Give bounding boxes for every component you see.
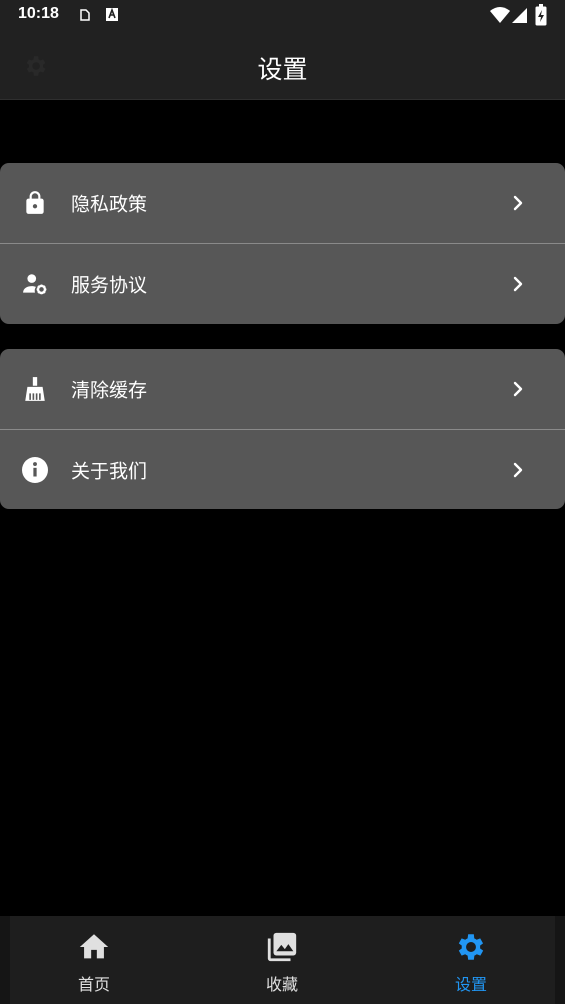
status-time: 10:18 bbox=[18, 5, 59, 22]
settings-icon bbox=[458, 934, 484, 960]
service-agreement-label: 服务协议 bbox=[71, 274, 148, 297]
photo-library-icon bbox=[267, 932, 297, 962]
user-gear-icon bbox=[23, 274, 47, 295]
clear-cache-row[interactable]: 清除缓存 bbox=[0, 349, 565, 429]
about-us-row[interactable]: 关于我们 bbox=[0, 429, 565, 509]
chevron-right-icon bbox=[513, 276, 523, 292]
about-us-label: 关于我们 bbox=[71, 460, 148, 482]
notification-icon bbox=[80, 9, 90, 21]
info-icon bbox=[22, 456, 48, 483]
privacy-policy-label: 隐私政策 bbox=[71, 193, 148, 216]
nav-item-favorites[interactable]: 收藏 bbox=[188, 916, 376, 1004]
wifi-icon bbox=[490, 7, 510, 23]
nav-label-home: 首页 bbox=[77, 975, 110, 994]
nav-item-home[interactable]: 首页 bbox=[0, 916, 188, 1004]
service-agreement-row[interactable]: 服务协议 bbox=[0, 243, 565, 324]
signal-icon bbox=[512, 8, 527, 23]
nav-label-settings: 设置 bbox=[454, 975, 487, 994]
settings-group-2: 清除缓存 关于我们 bbox=[0, 349, 565, 509]
chevron-right-icon bbox=[513, 381, 523, 397]
bottom-nav: 首页 收藏 设置 bbox=[0, 916, 565, 1004]
settings-group-1: 隐私政策 服务协议 bbox=[0, 163, 565, 324]
lock-icon bbox=[26, 191, 44, 214]
nav-item-settings[interactable]: 设置 bbox=[377, 916, 565, 1004]
privacy-policy-row[interactable]: 隐私政策 bbox=[0, 163, 565, 243]
status-bar: 10:18 bbox=[0, 0, 565, 32]
app-notification-icon bbox=[106, 7, 118, 21]
app-bar: 设置 bbox=[0, 32, 565, 100]
battery-icon bbox=[535, 4, 547, 26]
page-title: 设置 bbox=[257, 55, 308, 84]
home-icon bbox=[79, 934, 109, 959]
broom-icon bbox=[25, 377, 45, 401]
nav-label-favorites: 收藏 bbox=[265, 975, 298, 994]
chevron-right-icon bbox=[513, 195, 523, 211]
clear-cache-label: 清除缓存 bbox=[71, 379, 148, 402]
chevron-right-icon bbox=[513, 462, 523, 477]
